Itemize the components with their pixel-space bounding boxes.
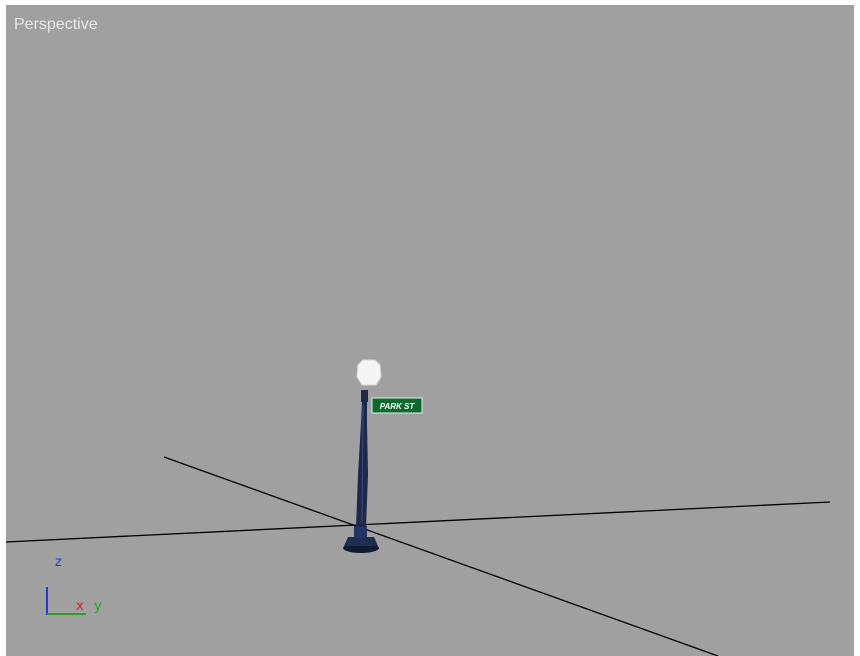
tripod-x-label: x [76, 599, 84, 614]
lamp-neck [361, 390, 368, 402]
perspective-viewport[interactable]: PARK ST z x y Perspective [6, 5, 854, 656]
world-axis-x-line [6, 501, 831, 543]
lamp-globe [356, 359, 382, 386]
tripod-y-label: y [94, 599, 102, 614]
lamp-base [344, 537, 378, 546]
viewport-label[interactable]: Perspective [14, 16, 98, 34]
world-axis-y-line [163, 456, 719, 656]
street-sign-text: PARK ST [380, 402, 416, 411]
axis-tripod: z x y [46, 555, 102, 615]
tripod-z-label: z [55, 555, 62, 570]
viewport-frame: PARK ST z x y Perspective [0, 0, 860, 656]
lamp-base-collar [354, 526, 367, 538]
scene-canvas[interactable]: PARK ST z x y [6, 5, 854, 656]
